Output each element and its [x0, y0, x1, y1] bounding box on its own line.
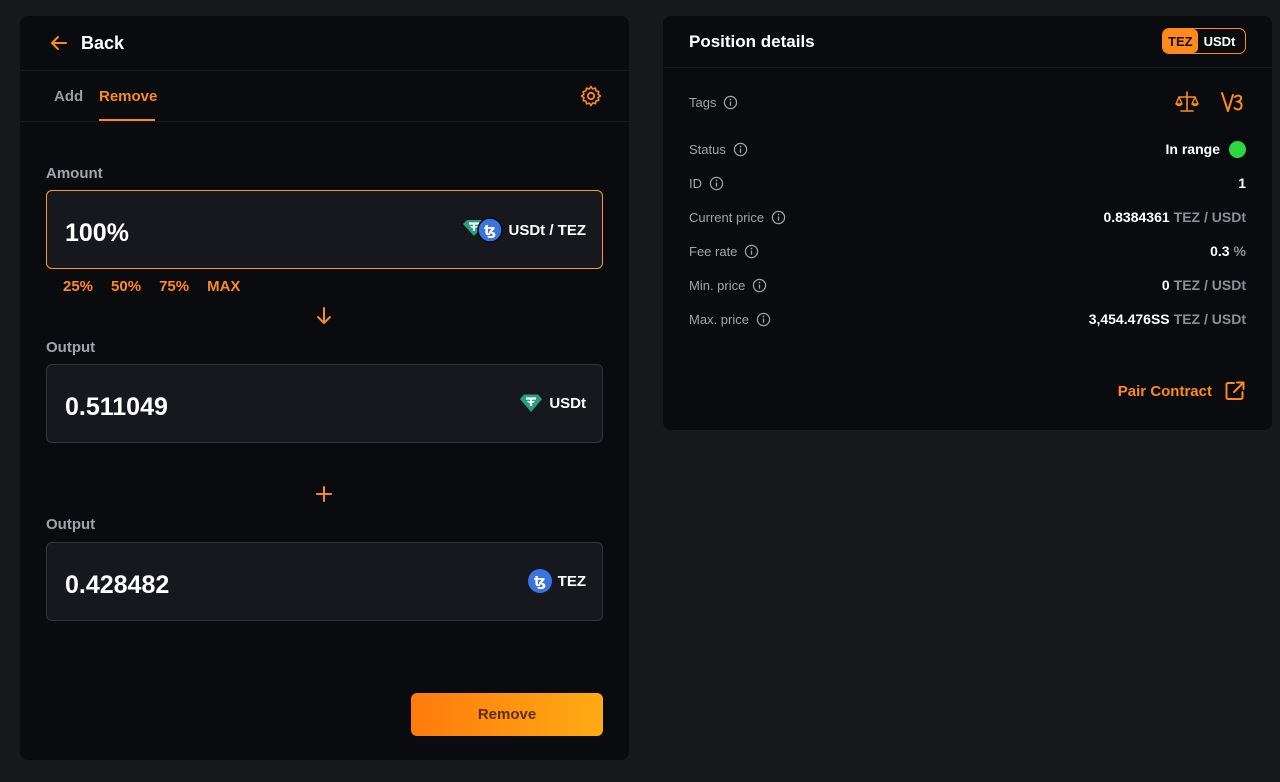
arrow-left-icon [51, 36, 67, 50]
usdt-tez-pair-icon: ꜩ [462, 217, 503, 243]
tab-remove[interactable]: Remove [99, 88, 157, 105]
panel-header: Back [20, 16, 629, 71]
position-details-panel: Position details TEZ USDt Tags Status In… [663, 16, 1272, 430]
remove-liquidity-panel: Back Add Remove Amount 100% ꜩ USDt / TEZ… [20, 16, 629, 760]
status-indicator [1229, 140, 1246, 158]
info-icon[interactable] [771, 210, 786, 225]
pair-token-a: TEZ [1163, 29, 1198, 53]
detail-row-current-price: Current price 0.8384361 TEZ / USDt [689, 207, 1246, 227]
detail-label: Fee rate [689, 243, 738, 259]
pair-badge: TEZ USDt [1162, 28, 1246, 54]
usdt-token: USDt [519, 391, 586, 415]
output-label: Output [46, 516, 96, 533]
scales-icon [1175, 91, 1199, 112]
price-unit: TEZ / USDt [1173, 277, 1246, 293]
max-button[interactable]: MAX [207, 278, 240, 295]
output-usdt-field: 0.511049 USDt [46, 364, 603, 443]
detail-label: Current price [689, 209, 765, 225]
price-unit: TEZ / USDt [1173, 209, 1246, 225]
token-label: USDt / TEZ [508, 221, 587, 239]
percent-75-button[interactable]: 75% [159, 278, 189, 295]
detail-row-status: Status In range [689, 139, 1246, 159]
info-icon[interactable] [752, 278, 767, 293]
detail-label: Min. price [689, 277, 746, 293]
back-label: Back [81, 32, 125, 53]
percent-50-button[interactable]: 50% [111, 278, 141, 295]
pair-contract-label: Pair Contract [1117, 382, 1212, 400]
svg-text:ꜩ: ꜩ [534, 574, 546, 590]
output-label: Output [46, 339, 96, 356]
amount-label: Amount [46, 165, 103, 182]
detail-row-min-price: Min. price 0 TEZ / USDt [689, 275, 1246, 295]
detail-row-fee-rate: Fee rate 0.3 % [689, 241, 1246, 261]
panel-header: Position details TEZ USDt [663, 16, 1272, 68]
tezos-icon: ꜩ [527, 569, 552, 593]
tab-add[interactable]: Add [54, 88, 83, 105]
tez-token: ꜩ TEZ [527, 569, 586, 593]
info-icon[interactable] [733, 142, 748, 157]
status-value: In range [1165, 141, 1220, 157]
pair-contract-link[interactable]: Pair Contract [1118, 380, 1246, 402]
detail-label: Status [689, 141, 726, 157]
amount-input[interactable]: 100% ꜩ USDt / TEZ [46, 190, 603, 269]
pair-token: ꜩ USDt / TEZ [461, 217, 587, 243]
plus-icon [316, 486, 332, 502]
info-icon[interactable] [723, 95, 738, 110]
external-link-icon [1225, 381, 1245, 400]
panel-title: Position details [689, 32, 815, 51]
output-tez-value: 0.428482 [65, 571, 170, 599]
output-usdt-value: 0.511049 [65, 393, 168, 421]
fee-unit: % [1233, 243, 1246, 259]
tabs-row: Add Remove [20, 71, 629, 122]
usdt-icon [520, 394, 543, 412]
remove-button[interactable]: Remove [411, 693, 603, 736]
current-price-value: 0.8384361 [1103, 209, 1170, 225]
min-price-value: 0 [1161, 277, 1170, 293]
amount-value: 100% [65, 219, 129, 247]
svg-text:ꜩ: ꜩ [483, 223, 495, 239]
detail-row-max-price: Max. price 3,454.476SS TEZ / USDt [689, 309, 1246, 329]
detail-label: Max. price [689, 311, 749, 327]
v3-icon [1221, 92, 1243, 112]
output-tez-field: 0.428482 ꜩ TEZ [46, 542, 603, 621]
info-icon[interactable] [744, 244, 759, 259]
back-button[interactable]: Back [49, 33, 124, 54]
detail-label: ID [689, 175, 702, 191]
detail-label: Tags [689, 94, 717, 110]
detail-row-id: ID 1 [689, 173, 1246, 193]
token-label: TEZ [557, 572, 586, 590]
percent-25-button[interactable]: 25% [63, 278, 93, 295]
arrow-down-icon [317, 307, 331, 324]
detail-row-tags: Tags [689, 91, 1246, 112]
info-icon[interactable] [756, 312, 771, 327]
gear-icon[interactable] [579, 84, 603, 108]
token-label: USDt [549, 394, 586, 412]
pair-token-b: USDt [1203, 33, 1236, 49]
info-icon[interactable] [709, 176, 724, 191]
fee-rate-value: 0.3 [1210, 243, 1230, 259]
percent-shortcuts: 25% 50% 75% MAX [63, 278, 258, 295]
price-unit: TEZ / USDt [1173, 311, 1246, 327]
active-tab-indicator [99, 119, 155, 121]
id-value: 1 [1238, 175, 1246, 191]
max-price-value: 3,454.476SS [1088, 311, 1170, 327]
